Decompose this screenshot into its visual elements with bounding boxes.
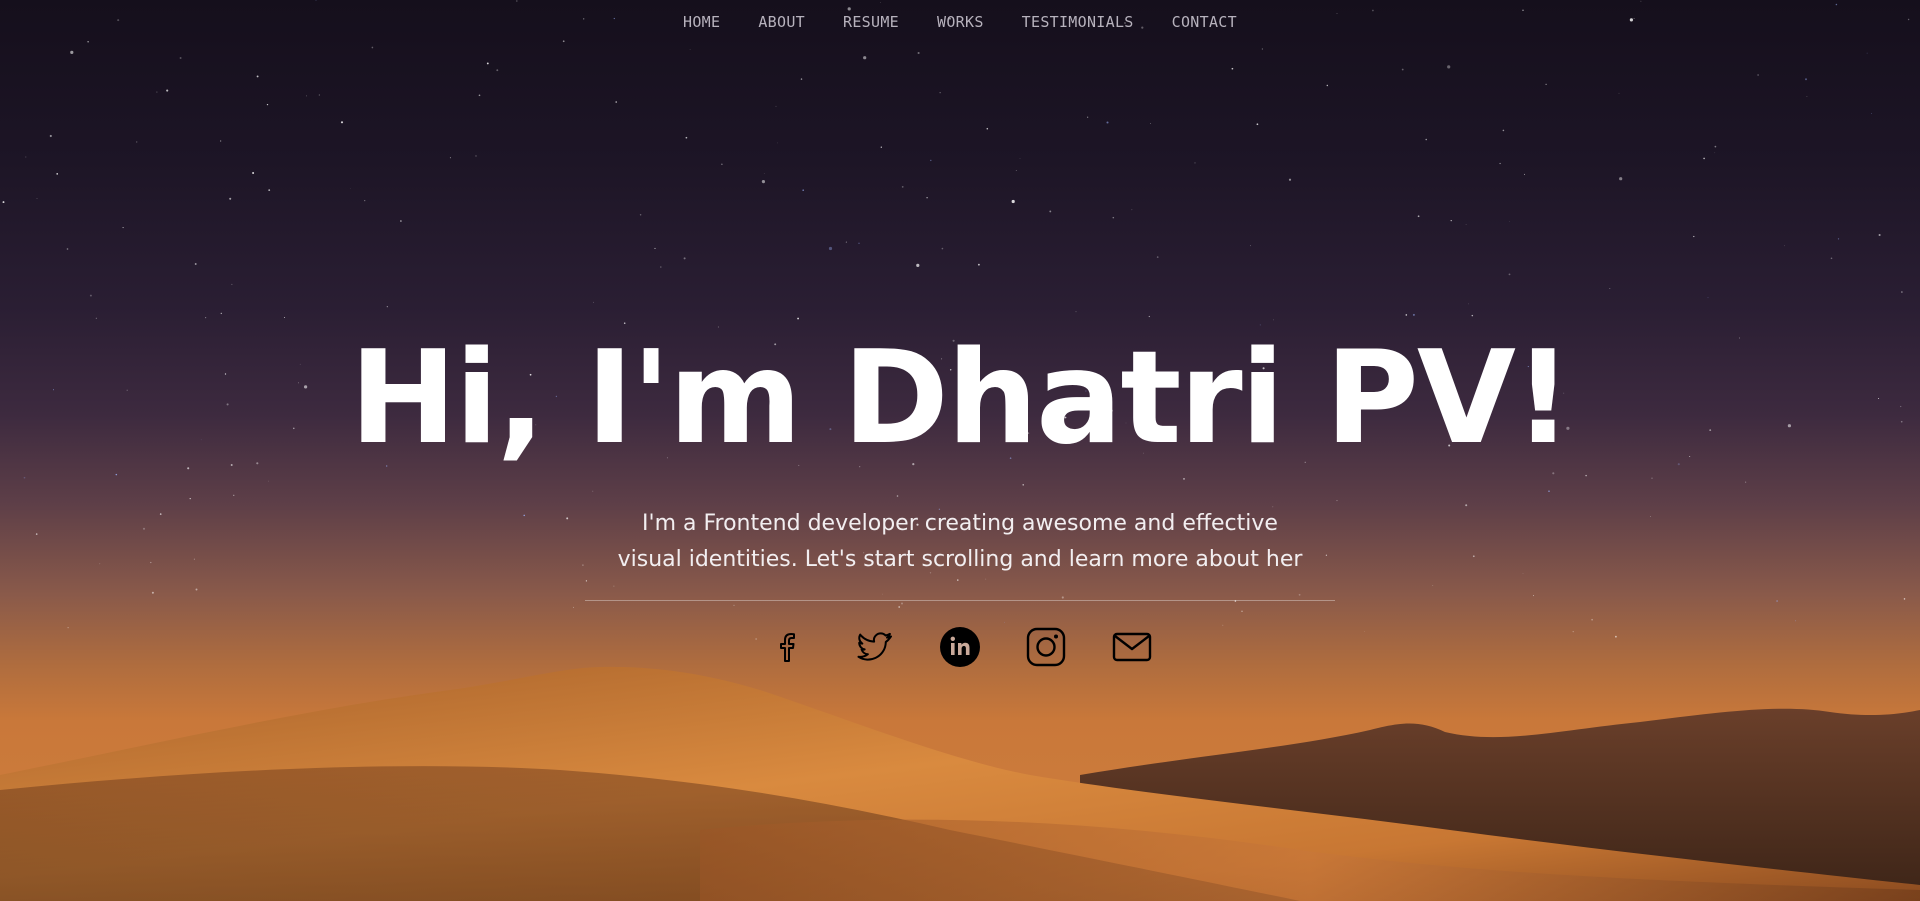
nav-link-about[interactable]: ABOUT bbox=[758, 13, 805, 31]
linkedin-icon bbox=[940, 627, 980, 667]
nav-link-home[interactable]: HOME bbox=[683, 13, 720, 31]
nav-link-works[interactable]: WORKS bbox=[937, 13, 984, 31]
hero-intro-text: I'm a Frontend developer creating awesom… bbox=[617, 511, 1303, 572]
hero-headline: Hi, I'm Dhatri PV! bbox=[349, 324, 1573, 473]
main-nav: HOME ABOUT RESUME WORKS TESTIMONIALS CON… bbox=[0, 13, 1920, 31]
instagram-link[interactable] bbox=[1025, 626, 1067, 668]
nav-link-testimonials[interactable]: TESTIMONIALS bbox=[1022, 13, 1134, 31]
mail-link[interactable] bbox=[1111, 626, 1153, 668]
social-links bbox=[0, 626, 1920, 668]
twitter-icon bbox=[857, 632, 892, 661]
instagram-icon bbox=[1026, 627, 1066, 667]
nav-link-contact[interactable]: CONTACT bbox=[1172, 13, 1237, 31]
nav-link-resume[interactable]: RESUME bbox=[843, 13, 899, 31]
hero-section: HOME ABOUT RESUME WORKS TESTIMONIALS CON… bbox=[0, 0, 1920, 901]
facebook-icon bbox=[780, 633, 795, 662]
linkedin-link[interactable] bbox=[939, 626, 981, 668]
hero-divider bbox=[585, 600, 1335, 601]
facebook-link[interactable] bbox=[767, 626, 809, 668]
twitter-link[interactable] bbox=[853, 626, 895, 668]
mail-icon bbox=[1112, 632, 1152, 662]
